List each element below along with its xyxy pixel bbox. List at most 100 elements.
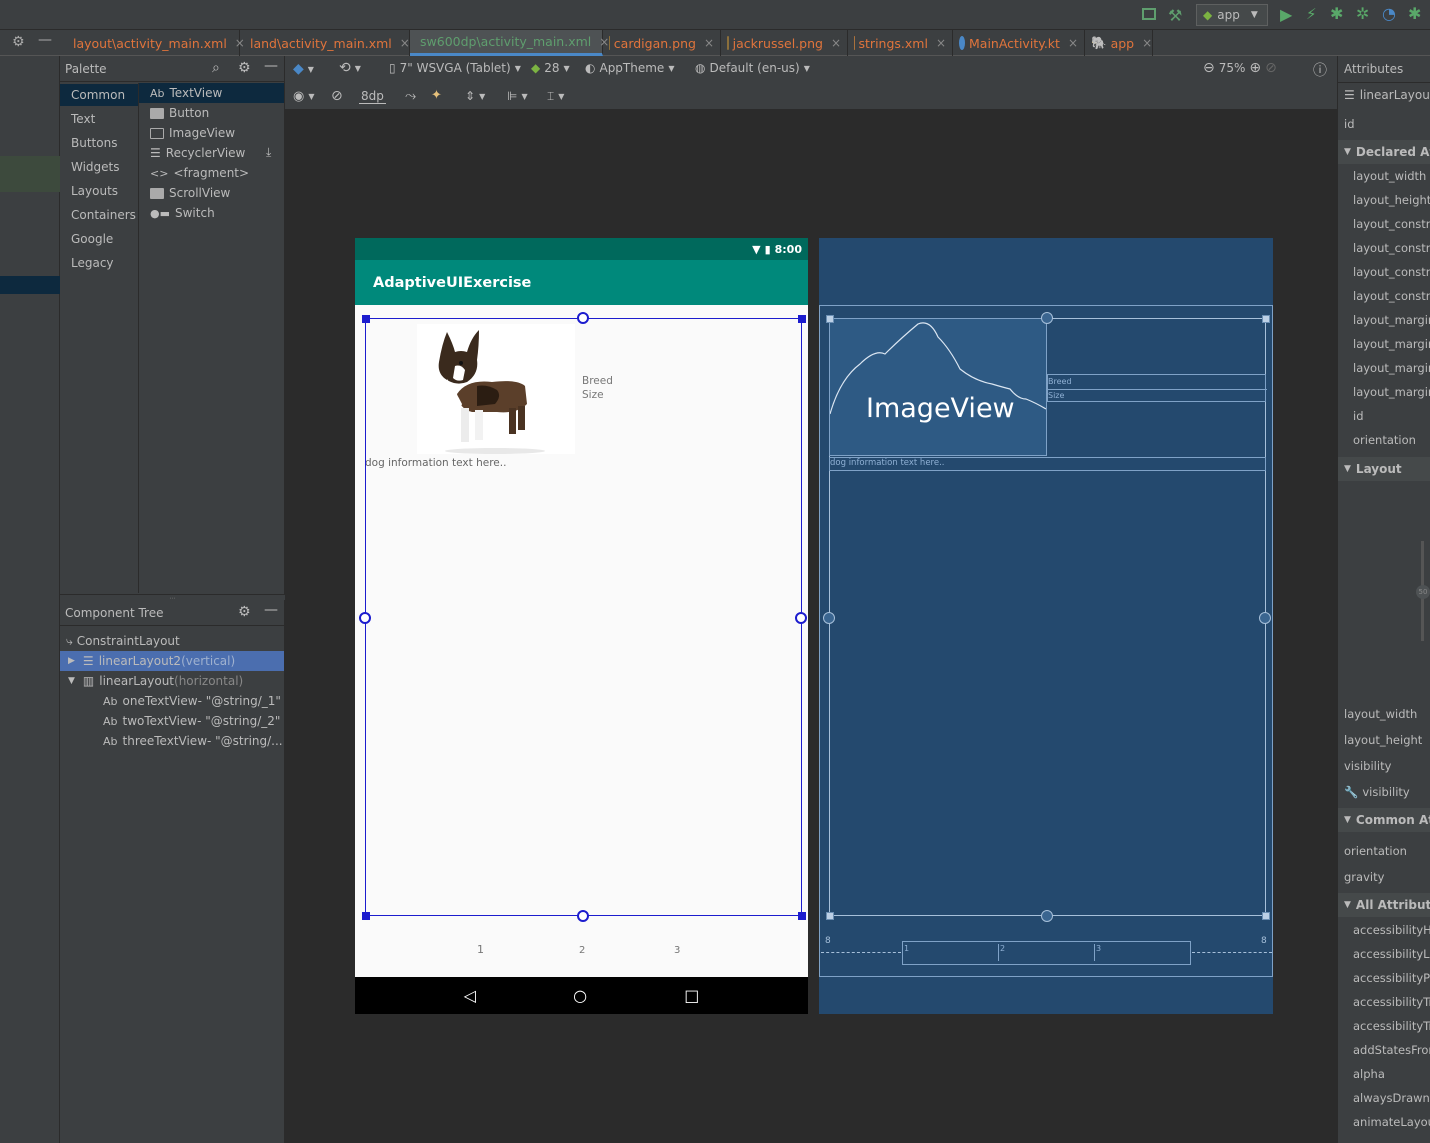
warning-icon[interactable]: ⓘ [1313, 60, 1327, 80]
resize-handle[interactable] [826, 315, 834, 323]
section-layout[interactable]: ▼ Layout [1338, 457, 1430, 481]
collapse-icon[interactable]: ▼ [68, 676, 75, 686]
section-declared[interactable]: ▼ Declared Att [1338, 140, 1430, 164]
constraint-anchor-left[interactable] [823, 612, 835, 624]
clear-constraints-icon[interactable]: ⤳ [405, 88, 416, 104]
resize-handle[interactable] [826, 912, 834, 920]
design-surface-select[interactable]: ◆ ▼ [293, 61, 314, 77]
download-icon[interactable]: ⤓ [266, 145, 271, 160]
attr-all[interactable]: animateLayout [1353, 1115, 1430, 1129]
constraint-anchor-bottom[interactable] [1041, 910, 1053, 922]
attach-debugger-icon[interactable]: ✲ [1356, 4, 1369, 23]
infer-constraints-icon[interactable]: ✦ [431, 88, 442, 103]
constraint-anchor-right[interactable] [795, 612, 807, 624]
close-icon[interactable]: × [400, 36, 410, 50]
tab-layout-activity-main[interactable]: layout\activity_main.xml × [63, 30, 245, 56]
palette-cat-widgets[interactable]: Widgets [60, 156, 138, 178]
orientation-select[interactable]: ⟲ ▼ [339, 60, 361, 76]
gear-icon[interactable]: ⚙ [12, 34, 25, 50]
palette-widget-fragment[interactable]: <> <fragment> [150, 163, 249, 183]
view-options-select[interactable]: ◉ ▼ [293, 89, 315, 104]
device-select[interactable]: ▯ 7" WSVGA (Tablet) ▼ [389, 61, 521, 75]
palette-cat-containers[interactable]: Containers [60, 204, 138, 226]
tree-row-twotextview[interactable]: Ab twoTextView - "@string/_2" [60, 711, 284, 731]
blueprint-breed-size-box[interactable]: Breed Size [1047, 374, 1267, 402]
panel-splitter[interactable]: ⋯ [60, 594, 285, 602]
design-preview[interactable]: ▼ ▮ 8:00 AdaptiveUIExercise Breed Size do… [355, 238, 808, 1014]
autoconnect-icon[interactable]: ⊘ [331, 88, 343, 104]
attr-all[interactable]: accessibilityLive [1353, 947, 1430, 961]
locale-select[interactable]: ◍ Default (en-us) ▼ [695, 61, 810, 75]
palette-widget-scrollview[interactable]: ScrollView [150, 183, 230, 203]
gear-icon[interactable]: ⚙ [238, 60, 251, 76]
attr-declared[interactable]: orientation [1353, 433, 1416, 447]
minimize-icon[interactable]: — [38, 32, 52, 48]
three-textview[interactable]: 3 [674, 945, 680, 956]
attr-declared[interactable]: id [1353, 409, 1364, 423]
tab-jackrussel-png[interactable]: jackrussel.png × [721, 30, 848, 56]
attr-all[interactable]: accessibilityTrav [1353, 995, 1430, 1009]
tab-sw600dp-activity-main[interactable]: sw600dp\activity_main.xml × [410, 30, 609, 56]
resize-handle[interactable] [798, 315, 806, 323]
palette-widget-imageview[interactable]: ImageView [150, 123, 235, 143]
bias-slider-value[interactable]: 50 [1416, 585, 1430, 599]
attr-tools-visibility[interactable]: 🔧 visibility [1344, 785, 1410, 799]
section-all[interactable]: ▼ All Attributes [1338, 893, 1430, 917]
align-select[interactable]: ⊫ ▼ [507, 89, 528, 103]
tab-app[interactable]: 🐘 app × [1085, 30, 1153, 56]
close-icon[interactable]: × [936, 36, 946, 50]
guidelines-select[interactable]: ⌶ ▼ [547, 89, 564, 104]
constraint-anchor-top[interactable] [1041, 312, 1053, 324]
close-icon[interactable]: × [1068, 36, 1078, 50]
run-config-select[interactable]: ◆ app ▼ [1196, 4, 1268, 26]
attr-all[interactable]: alpha [1353, 1067, 1385, 1081]
constraint-anchor-bottom[interactable] [577, 910, 589, 922]
attr-all[interactable]: accessibilityHea [1353, 923, 1430, 937]
attr-layout[interactable]: layout_height [1344, 733, 1422, 747]
tab-mainactivity-kt[interactable]: MainActivity.kt × [953, 30, 1085, 56]
expand-icon[interactable]: ▶ [68, 656, 75, 666]
resize-handle[interactable] [1262, 315, 1270, 323]
resize-handle[interactable] [798, 912, 806, 920]
tree-row-constraintlayout[interactable]: ⤷ ConstraintLayout [60, 631, 284, 651]
blueprint-preview[interactable]: ImageView Breed Size dog information tex… [819, 238, 1273, 1014]
attr-declared[interactable]: layout_marginE [1353, 385, 1430, 399]
palette-cat-legacy[interactable]: Legacy [60, 252, 138, 274]
attr-declared[interactable]: layout_width [1353, 169, 1426, 183]
tree-row-linearlayout[interactable]: ▼ ▥ linearLayout (horizontal) [60, 671, 284, 691]
attr-all[interactable]: accessibilityPan [1353, 971, 1430, 985]
palette-widget-button[interactable]: Button [150, 103, 209, 123]
tree-row-threetextview[interactable]: Ab threeTextView - "@string/... [60, 731, 284, 751]
palette-cat-buttons[interactable]: Buttons [60, 132, 138, 154]
tab-cardigan-png[interactable]: cardigan.png × [603, 30, 721, 56]
resize-handle[interactable] [362, 315, 370, 323]
attr-all[interactable]: alwaysDrawnW [1353, 1091, 1430, 1105]
zoom-out-icon[interactable]: ⊖ [1203, 60, 1215, 76]
zoom-fit-icon[interactable]: ⊘ [1265, 60, 1277, 76]
constraint-anchor-top[interactable] [577, 312, 589, 324]
attr-common[interactable]: gravity [1344, 870, 1384, 884]
palette-cat-common[interactable]: Common [60, 84, 138, 106]
attr-all[interactable]: accessibilityTrav [1353, 1019, 1430, 1033]
attr-declared[interactable]: layout_marginT [1353, 337, 1430, 351]
resize-handle[interactable] [1262, 912, 1270, 920]
api-select[interactable]: ◆ 28 ▼ [531, 61, 570, 75]
palette-cat-google[interactable]: Google [60, 228, 138, 250]
theme-select[interactable]: ◐ AppTheme ▼ [585, 61, 674, 75]
run-icon[interactable]: ▶ [1280, 5, 1292, 24]
blueprint-info-textview[interactable]: dog information text here.. [829, 457, 1266, 471]
apply-changes-icon[interactable]: ⚡ [1306, 5, 1317, 23]
close-icon[interactable]: × [1142, 36, 1152, 50]
tab-land-activity-main[interactable]: land\activity_main.xml × [240, 30, 410, 56]
default-margin-select[interactable]: 8dp [359, 89, 386, 104]
zoom-in-icon[interactable]: ⊕ [1249, 60, 1261, 76]
attr-declared[interactable]: layout_marginE [1353, 361, 1430, 375]
close-icon[interactable]: × [831, 36, 841, 50]
palette-widget-recyclerview[interactable]: ☰ RecyclerView [150, 143, 245, 163]
palette-widget-switch[interactable]: ●▬ Switch [150, 203, 215, 223]
attr-declared[interactable]: layout_constrai [1353, 289, 1430, 303]
pack-select[interactable]: ⇕ ▼ [465, 89, 485, 103]
attr-declared[interactable]: layout_height [1353, 193, 1430, 207]
back-icon[interactable]: ◁ [464, 986, 476, 1005]
palette-cat-text[interactable]: Text [60, 108, 138, 130]
